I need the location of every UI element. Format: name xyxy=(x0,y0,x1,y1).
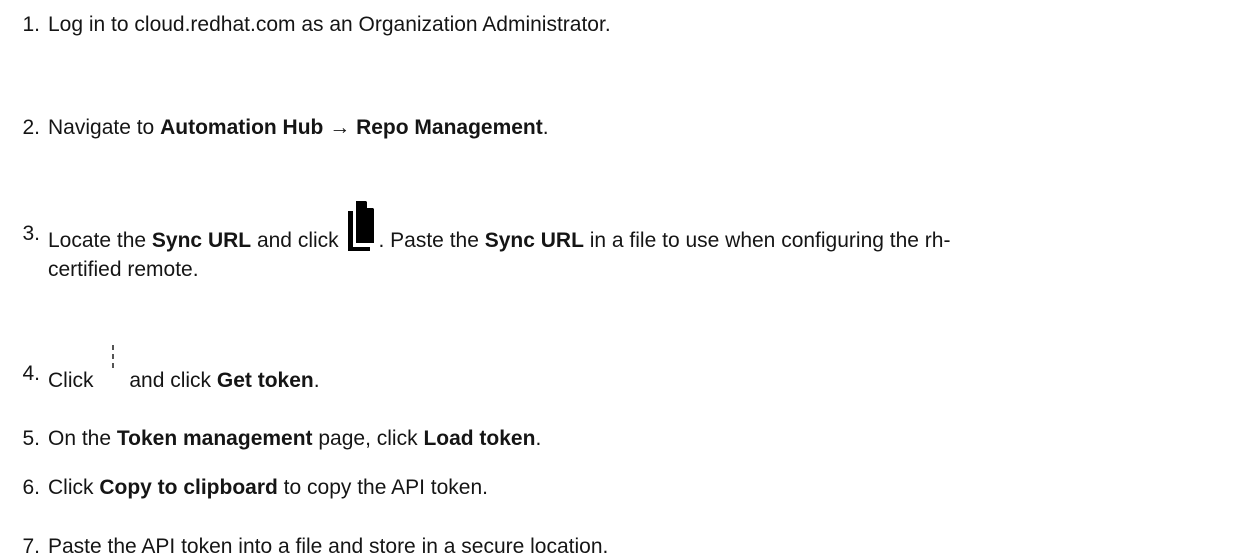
step-text-part: . Paste the xyxy=(378,229,485,252)
step-text-part: and click xyxy=(129,369,217,392)
step-text-part: . xyxy=(542,116,549,139)
step-text-part: Navigate to xyxy=(48,116,161,139)
step-text-part: Click xyxy=(48,476,100,499)
ui-term-load-token: Load token xyxy=(423,427,536,450)
ui-term-repo-management: Repo Management xyxy=(356,116,543,139)
step-text-part: certified remote. xyxy=(48,258,199,281)
ui-term-sync-url: Sync URL xyxy=(151,229,252,252)
kebab-menu-icon xyxy=(105,345,121,387)
step-text-part: Locate the xyxy=(48,229,152,252)
step-text-part: . xyxy=(313,369,320,392)
step-text: On the Token management page, click Load… xyxy=(48,424,1225,453)
step-text: Click and click Get token. xyxy=(48,345,1225,395)
step-text-part: On the xyxy=(48,427,117,450)
procedure-list: 1. Log in to cloud.redhat.com as an Orga… xyxy=(0,0,1233,558)
step-number: 6. xyxy=(22,476,40,499)
step-text-part: Click xyxy=(48,369,100,392)
step-text: Paste the API token into a file and stor… xyxy=(48,535,609,558)
ui-term-sync-url: Sync URL xyxy=(484,229,584,252)
step-number: 5. xyxy=(22,427,40,450)
step-text: Locate the Sync URL and click . Paste th… xyxy=(48,201,1225,284)
ui-term-automation-hub: Automation Hub xyxy=(160,116,324,139)
step-text: Navigate to Automation Hub → Repo Manage… xyxy=(48,113,1225,142)
copy-icon xyxy=(346,201,376,251)
step-number: 7. xyxy=(22,535,40,558)
step-text-part: . xyxy=(535,427,542,450)
step-text-part: page, click xyxy=(312,427,424,450)
step-number: 4. xyxy=(22,362,40,385)
step-text: Click Copy to clipboard to copy the API … xyxy=(48,473,1225,502)
ui-term-token-management: Token management xyxy=(116,427,313,450)
step-number: 3. xyxy=(22,222,40,245)
step-text: Log in to cloud.redhat.com as an Organiz… xyxy=(48,13,611,36)
step-number: 2. xyxy=(22,116,40,139)
step-number: 1. xyxy=(22,13,40,36)
step-text-part: in a file to use when configuring the rh… xyxy=(583,229,951,252)
arrow-separator: → xyxy=(323,116,357,139)
ui-term-copy-to-clipboard: Copy to clipboard xyxy=(99,476,278,499)
step-text-part: to copy the API token. xyxy=(277,476,488,499)
ui-term-get-token: Get token xyxy=(216,369,314,392)
step-text-part: and click xyxy=(251,229,345,252)
